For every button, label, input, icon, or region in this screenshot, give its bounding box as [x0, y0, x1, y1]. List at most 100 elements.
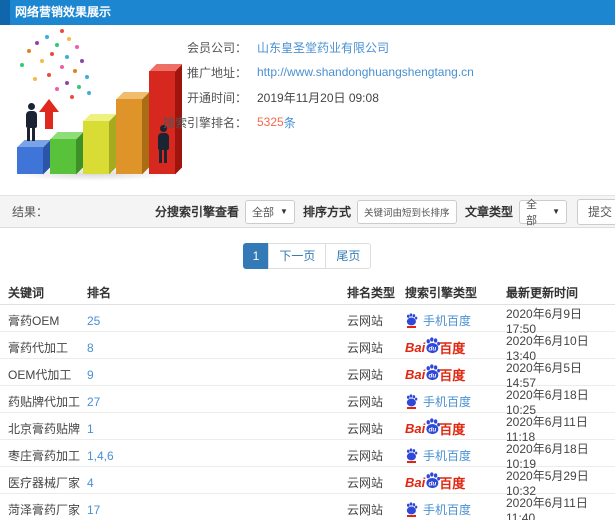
- mobile-baidu-icon: [405, 502, 418, 517]
- rank-count-value: 5325: [257, 115, 284, 129]
- rank-type-cell: 云网站: [347, 476, 384, 490]
- mobile-baidu-logo: 手机百度: [405, 393, 506, 410]
- article-type-select[interactable]: 全部 ▼: [519, 199, 567, 227]
- mobile-baidu-logo: 手机百度: [405, 501, 506, 518]
- title-bar: 网络营销效果展示: [0, 0, 615, 25]
- info-row-open-time: 开通时间： 2019年11月20日 09:08: [0, 85, 615, 109]
- rank-type-cell: 云网站: [347, 314, 384, 328]
- mobile-baidu-label: 手机百度: [423, 314, 472, 328]
- result-label: 结果：: [12, 205, 49, 219]
- rank-cell: 4: [87, 476, 347, 490]
- confetti-decoration: [5, 27, 9, 31]
- article-type-label: 文章类型: [464, 205, 513, 219]
- mobile-baidu-logo: 手机百度: [405, 312, 506, 329]
- mobile-baidu-logo: 手机百度: [405, 447, 506, 464]
- svg-text:du: du: [429, 345, 437, 352]
- caret-down-icon: ▼: [280, 207, 288, 216]
- svg-text:du: du: [429, 480, 437, 487]
- submit-button[interactable]: 提交: [577, 198, 615, 225]
- table-row: OEM代加工 9 云网站 Bai du 百度 2020年6月5日 14:57: [0, 359, 615, 390]
- baidu-logo: Bai du 百度: [405, 471, 506, 494]
- promo-url-link[interactable]: http://www.shandonghuangshengtang.cn: [257, 65, 474, 79]
- rank-link[interactable]: 4: [87, 476, 94, 490]
- article-type-select-value: 全部: [526, 198, 537, 227]
- page-title: 网络营销效果展示: [15, 5, 112, 19]
- svg-text:du: du: [429, 426, 437, 433]
- updated-cell: 2020年6月11日 11:40: [506, 496, 588, 520]
- rank-type-cell: 云网站: [347, 368, 384, 382]
- rank-cell: 8: [87, 341, 347, 355]
- keyword-cell: 膏药OEM: [8, 314, 60, 328]
- results-table: 关键词 排名 排名类型 搜索引擎类型 最新更新时间 膏药OEM 25 云网站 手机百度…: [0, 280, 615, 520]
- header-keyword: 关键词: [8, 285, 45, 300]
- rank-type-cell: 云网站: [347, 503, 384, 517]
- baidu-logo-text: 百度: [439, 422, 466, 437]
- rank-type-cell: 云网站: [347, 422, 384, 436]
- baidu-logo-bai: Bai: [405, 367, 426, 382]
- baidu-logo-bai: Bai: [405, 421, 426, 436]
- info-section: 会员公司： 山东皇圣堂药业有限公司 推广地址： http://www.shand…: [0, 25, 615, 195]
- baidu-paw-icon: [406, 394, 418, 407]
- rank-link[interactable]: 9: [87, 368, 94, 382]
- keyword-cell: 医疗器械厂家: [8, 476, 81, 490]
- info-fields: 会员公司： 山东皇圣堂药业有限公司 推广地址： http://www.shand…: [0, 35, 615, 135]
- open-time-label: 开通时间：: [186, 90, 247, 105]
- info-row-url: 推广地址： http://www.shandonghuangshengtang.…: [0, 60, 615, 84]
- keyword-cell: 北京膏药贴牌: [8, 422, 81, 436]
- next-page-button[interactable]: 下一页: [268, 243, 327, 269]
- rank-link[interactable]: 25: [87, 314, 100, 328]
- sort-select[interactable]: 关键词由短到长排序 ▼: [356, 199, 457, 224]
- rank-link[interactable]: 1,4,6: [87, 449, 114, 463]
- engine-select-value: 全部: [251, 206, 274, 219]
- mobile-baidu-icon: [405, 448, 418, 463]
- mobile-baidu-label: 手机百度: [423, 395, 472, 409]
- caret-down-icon: ▼: [552, 207, 560, 216]
- title-bar-accent: [0, 0, 10, 25]
- engine-select[interactable]: 全部 ▼: [244, 199, 295, 224]
- mobile-baidu-icon: [405, 394, 418, 409]
- info-row-rank-count: 搜索引擎排名： 5325 条: [0, 110, 615, 134]
- open-time-value: 2019年11月20日 09:08: [257, 90, 379, 105]
- company-label: 会员公司：: [186, 40, 247, 55]
- sort-select-value: 关键词由短到长排序: [363, 207, 450, 219]
- rank-type-cell: 云网站: [347, 449, 384, 463]
- keyword-cell: 药贴牌代加工: [8, 395, 81, 409]
- header-updated: 最新更新时间: [506, 285, 579, 300]
- rank-cell: 1,4,6: [87, 449, 347, 463]
- rank-link[interactable]: 17: [87, 503, 100, 517]
- baidu-paw-icon: [406, 448, 418, 461]
- keyword-cell: 枣庄膏药加工: [8, 449, 81, 463]
- baidu-logo: Bai du 百度: [405, 336, 506, 359]
- rank-cell: 27: [87, 395, 347, 409]
- last-page-button[interactable]: 尾页: [325, 243, 372, 269]
- page-1-button[interactable]: 1: [242, 243, 270, 269]
- table-row: 膏药OEM 25 云网站 手机百度 2020年6月9日 17:50: [0, 305, 615, 336]
- baidu-logo-text: 百度: [439, 476, 466, 491]
- baidu-paw-icon: [406, 502, 418, 515]
- rank-link[interactable]: 1: [87, 422, 94, 436]
- pagination: 1 下一页 尾页: [0, 243, 615, 269]
- baidu-logo: Bai du 百度: [405, 417, 506, 440]
- svg-text:du: du: [429, 372, 437, 379]
- rank-link[interactable]: 8: [87, 341, 94, 355]
- chart-bar-blue: [17, 147, 43, 174]
- rank-count-label: 搜索引擎排名：: [162, 115, 247, 130]
- company-link[interactable]: 山东皇圣堂药业有限公司: [257, 39, 389, 56]
- rank-link[interactable]: 27: [87, 395, 100, 409]
- header-rank-type: 排名类型: [347, 285, 396, 300]
- rank-type-cell: 云网站: [347, 341, 384, 355]
- rank-cell: 1: [87, 422, 347, 436]
- baidu-logo-bai: Bai: [405, 475, 426, 490]
- promo-url-label: 推广地址：: [186, 65, 247, 80]
- mobile-baidu-label: 手机百度: [423, 449, 472, 463]
- table-row: 北京膏药贴牌 1 云网站 Bai du 百度 2020年6月11日 11:18: [0, 413, 615, 444]
- table-row: 药贴牌代加工 27 云网站 手机百度 2020年6月18日 10:25: [0, 386, 615, 417]
- info-row-company: 会员公司： 山东皇圣堂药业有限公司: [0, 35, 615, 59]
- sort-filter-label: 排序方式: [302, 205, 351, 219]
- mobile-baidu-label: 手机百度: [423, 503, 472, 517]
- results-table-body: 膏药OEM 25 云网站 手机百度 2020年6月9日 17:50 膏药代加工 8 云网站 Ba…: [0, 305, 615, 520]
- table-row: 菏泽膏药厂家 17 云网站 手机百度 2020年6月11日 11:40: [0, 494, 615, 520]
- table-row: 枣庄膏药加工 1,4,6 云网站 手机百度 2020年6月18日 10:19: [0, 440, 615, 471]
- table-header-row: 关键词 排名 排名类型 搜索引擎类型 最新更新时间: [0, 280, 615, 305]
- header-rank: 排名: [87, 285, 112, 300]
